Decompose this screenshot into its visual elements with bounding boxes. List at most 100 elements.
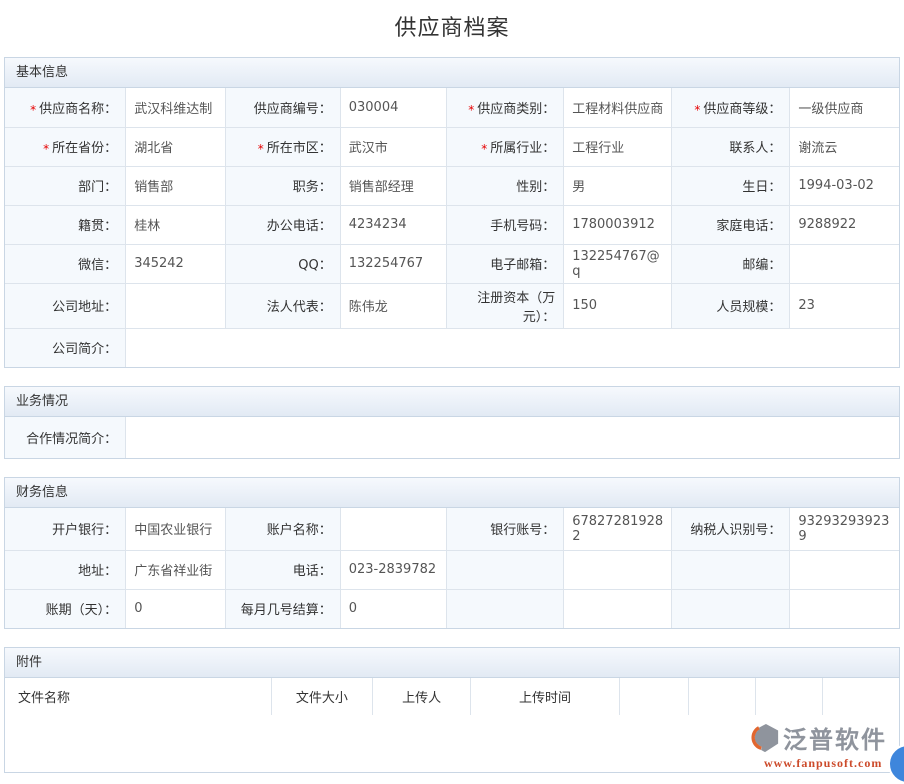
empty-cell — [756, 678, 823, 715]
required-marker: * — [30, 103, 36, 117]
section-basic-info: 基本信息 *供应商名称： 武汉科维达制 供应商编号： 030004 *供应商类别… — [4, 57, 900, 368]
required-marker: * — [43, 142, 49, 156]
field-label: 地址： — [5, 550, 126, 589]
field-label: *供应商等级： — [672, 88, 790, 127]
table-row: 公司简介： — [5, 328, 899, 367]
field-value — [126, 283, 226, 328]
empty-cell — [447, 550, 564, 589]
page-title: 供应商档案 — [4, 0, 900, 57]
field-label: 生日： — [672, 166, 790, 205]
finance-table: 开户银行： 中国农业银行 账户名称： 银行账号： 678272819282 纳税… — [5, 508, 899, 628]
field-value: 中国农业银行 — [126, 508, 226, 550]
table-row: 部门： 销售部 职务： 销售部经理 性别： 男 生日： 1994-03-02 — [5, 166, 899, 205]
field-label: 法人代表： — [226, 283, 340, 328]
field-value: 932932939239 — [790, 508, 899, 550]
field-value: 345242 — [126, 244, 226, 283]
field-value: 9288922 — [790, 205, 899, 244]
field-value: 030004 — [340, 88, 446, 127]
field-label: *所在省份： — [5, 127, 126, 166]
field-value: 湖北省 — [126, 127, 226, 166]
attachments-header-row: 文件名称 文件大小 上传人 上传时间 — [5, 678, 899, 715]
required-marker: * — [694, 103, 700, 117]
field-value: 一级供应商 — [790, 88, 899, 127]
field-value: 1994-03-02 — [790, 166, 899, 205]
required-marker: * — [481, 142, 487, 156]
field-value: 男 — [564, 166, 672, 205]
field-value: 武汉科维达制 — [126, 88, 226, 127]
field-label: 公司地址： — [5, 283, 126, 328]
field-label: 手机号码： — [447, 205, 564, 244]
field-value: 陈伟龙 — [340, 283, 446, 328]
field-label: 家庭电话： — [672, 205, 790, 244]
field-label: 纳税人识别号： — [672, 508, 790, 550]
table-row: 地址： 广东省祥业街 电话： 023-2839782 — [5, 550, 899, 589]
table-row: 账期（天）： 0 每月几号结算： 0 — [5, 589, 899, 628]
vendor-website: www.fanpusoft.com — [750, 757, 887, 769]
field-value: 0 — [126, 589, 226, 628]
empty-cell — [564, 589, 672, 628]
section-finance: 财务信息 开户银行： 中国农业银行 账户名称： 银行账号： 6782728192… — [4, 477, 900, 629]
empty-cell — [619, 678, 689, 715]
field-label: 银行账号： — [447, 508, 564, 550]
field-value: 销售部经理 — [340, 166, 446, 205]
field-label: 每月几号结算： — [226, 589, 340, 628]
field-label: 性别： — [447, 166, 564, 205]
supplier-archive-page: 供应商档案 基本信息 *供应商名称： 武汉科维达制 供应商编号： 030004 … — [0, 0, 904, 784]
attachments-empty-body: 泛普软件 www.fanpusoft.com — [5, 715, 899, 772]
field-value: 0 — [340, 589, 446, 628]
field-value: 023-2839782 — [340, 550, 446, 589]
section-finance-header: 财务信息 — [5, 478, 899, 508]
empty-cell — [823, 678, 899, 715]
field-label: 微信： — [5, 244, 126, 283]
field-value — [126, 328, 899, 367]
field-value: 1780003912 — [564, 205, 672, 244]
column-header-uploader: 上传人 — [372, 678, 470, 715]
field-value: 23 — [790, 283, 899, 328]
empty-cell — [672, 550, 790, 589]
field-label: 人员规模： — [672, 283, 790, 328]
empty-cell — [564, 550, 672, 589]
table-row: 公司地址： 法人代表： 陈伟龙 注册资本（万元）： 150 人员规模： 23 — [5, 283, 899, 328]
table-row: 合作情况简介： — [5, 417, 899, 458]
empty-cell — [447, 589, 564, 628]
field-value: 谢流云 — [790, 127, 899, 166]
field-value: 132254767@q — [564, 244, 672, 283]
fanpu-logo-icon — [750, 723, 780, 756]
field-label: 部门： — [5, 166, 126, 205]
empty-cell — [790, 550, 899, 589]
empty-cell — [689, 678, 756, 715]
attachments-table: 文件名称 文件大小 上传人 上传时间 — [5, 678, 899, 715]
field-value: 4234234 — [340, 205, 446, 244]
table-row: *供应商名称： 武汉科维达制 供应商编号： 030004 *供应商类别： 工程材… — [5, 88, 899, 127]
field-label: 电话： — [226, 550, 340, 589]
field-value: 桂林 — [126, 205, 226, 244]
field-label: 账户名称： — [226, 508, 340, 550]
field-value: 132254767 — [340, 244, 446, 283]
field-value — [790, 244, 899, 283]
section-attachments-header: 附件 — [5, 648, 899, 678]
field-value: 678272819282 — [564, 508, 672, 550]
field-value: 工程行业 — [564, 127, 672, 166]
business-table: 合作情况简介： — [5, 417, 899, 458]
column-header-filename: 文件名称 — [5, 678, 271, 715]
column-header-uploadtime: 上传时间 — [471, 678, 619, 715]
field-label: 账期（天）： — [5, 589, 126, 628]
section-basic-info-header: 基本信息 — [5, 58, 899, 88]
vendor-logo: 泛普软件 www.fanpusoft.com — [750, 723, 887, 769]
field-label: QQ： — [226, 244, 340, 283]
field-label: *所在市区： — [226, 127, 340, 166]
field-value: 武汉市 — [340, 127, 446, 166]
empty-cell — [790, 589, 899, 628]
field-label: 开户银行： — [5, 508, 126, 550]
field-label: *供应商名称： — [5, 88, 126, 127]
field-label: 职务： — [226, 166, 340, 205]
field-label: 邮编： — [672, 244, 790, 283]
field-label: 籍贯： — [5, 205, 126, 244]
field-value — [340, 508, 446, 550]
field-label: 办公电话： — [226, 205, 340, 244]
field-label: *所属行业： — [447, 127, 564, 166]
section-business-header: 业务情况 — [5, 387, 899, 417]
field-label: 合作情况简介： — [5, 417, 126, 458]
field-label: 联系人： — [672, 127, 790, 166]
field-value: 销售部 — [126, 166, 226, 205]
